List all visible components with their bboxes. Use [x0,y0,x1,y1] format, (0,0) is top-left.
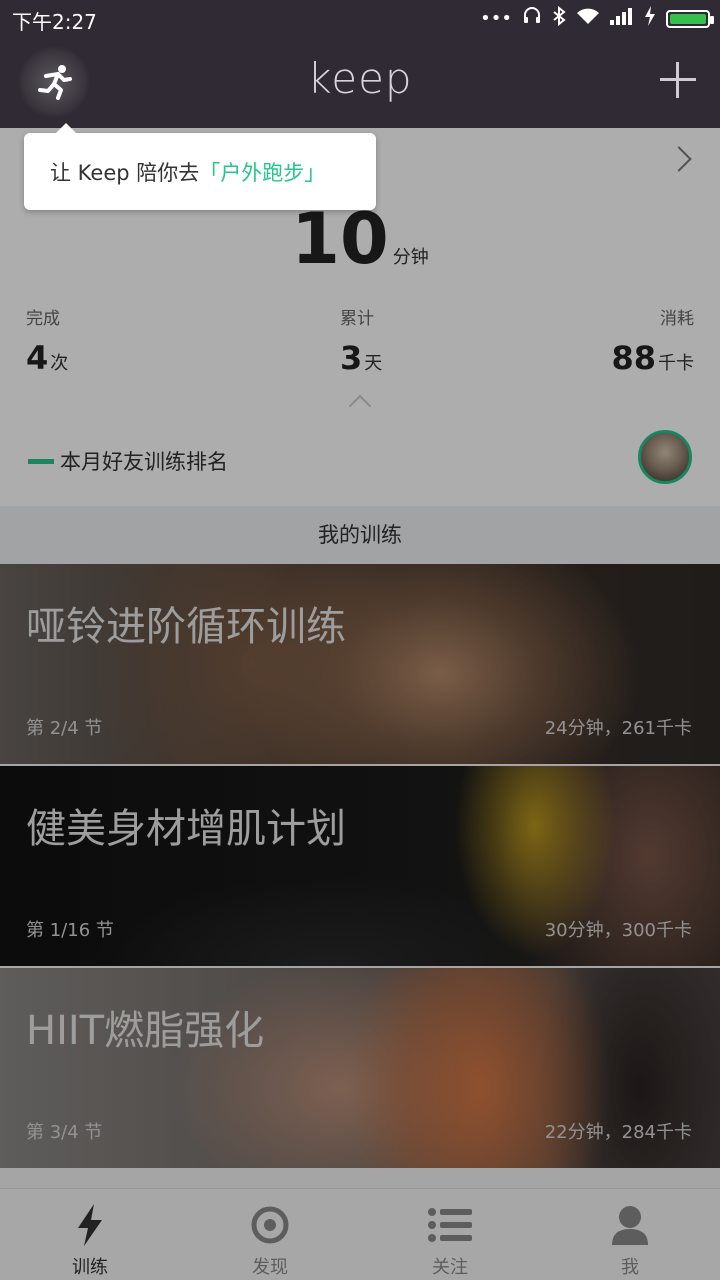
tab-follow[interactable]: 关注 [360,1189,540,1280]
lightning-icon [68,1203,112,1247]
person-icon [608,1203,652,1247]
training-lesson: 第 3/4 节 [26,1122,103,1143]
stat-completed: 完成 4次 [26,304,68,377]
today-minutes: 10 分钟 [0,198,720,280]
avatar[interactable] [638,430,692,484]
accent-bar [28,458,54,464]
tab-label: 训练 [72,1257,108,1278]
headphones-icon [522,6,542,32]
section-title: 我的训练 [0,506,720,564]
training-meta: 22分钟，284千卡 [544,1122,692,1143]
stat-label: 消耗 [660,309,694,329]
stat-unit: 千卡 [658,353,694,374]
signal-icon [610,7,634,31]
status-bar: 下午2:27 ••• [0,0,720,36]
stat-value: 88 [611,339,656,377]
stat-value: 3 [340,339,363,377]
tooltip-highlight: 「户外跑步」 [199,160,326,185]
tab-discover[interactable]: 发现 [180,1189,360,1280]
friend-ranking-link[interactable]: 本月好友训练排名 [28,446,228,476]
tooltip-prefix: 让 Keep 陪你去 [50,160,200,185]
training-meta: 30分钟，300千卡 [544,920,692,941]
stat-label: 累计 [340,309,374,329]
stat-cumulative: 累计 3天 [340,304,382,377]
stat-label: 完成 [26,309,60,329]
minutes-unit: 分钟 [392,247,429,268]
outdoor-run-tooltip[interactable]: 让 Keep 陪你去 「户外跑步」 [24,123,376,210]
app-header: keep [0,36,720,128]
training-meta: 24分钟，261千卡 [544,718,692,739]
plus-icon[interactable] [658,60,698,100]
status-time: 下午2:27 [12,10,97,34]
tab-me[interactable]: 我 [540,1189,720,1280]
tab-label: 发现 [252,1257,288,1278]
minutes-value: 10 [291,198,389,280]
chevron-right-icon[interactable] [666,146,692,172]
stat-unit: 天 [364,353,383,374]
training-card[interactable]: HIIT燃脂强化 第 3/4 节 22分钟，284千卡 [0,968,720,1168]
battery-level [670,14,706,24]
training-lesson: 第 2/4 节 [26,718,103,739]
chevron-up-icon[interactable] [348,394,372,418]
training-title: 健美身材增肌计划 [26,806,346,852]
tab-label: 关注 [432,1257,468,1278]
training-title: HIIT燃脂强化 [26,1008,265,1054]
stat-value: 4 [26,339,49,377]
tab-label: 我 [621,1257,639,1278]
bluetooth-icon [552,5,566,32]
app-logo: keep [307,54,413,103]
more-dots-icon: ••• [480,8,512,29]
list-icon [428,1203,472,1247]
bottom-nav: 训练 发现 关注 我 [0,1188,720,1280]
training-card[interactable]: 哑铃进阶循环训练 第 2/4 节 24分钟，261千卡 [0,564,720,764]
wifi-icon [576,6,600,32]
training-card[interactable]: 健美身材增肌计划 第 1/16 节 30分钟，300千卡 [0,766,720,966]
stat-unit: 次 [50,353,69,374]
status-icons: ••• [480,5,714,32]
ranking-label: 本月好友训练排名 [60,450,228,474]
tab-training[interactable]: 训练 [0,1189,180,1280]
discover-ring-icon [248,1203,292,1247]
training-title: 哑铃进阶循环训练 [26,604,346,650]
battery-icon [666,10,714,28]
training-lesson: 第 1/16 节 [26,920,114,941]
stat-calories: 消耗 88 千卡 [611,304,694,377]
charging-icon [644,6,656,32]
